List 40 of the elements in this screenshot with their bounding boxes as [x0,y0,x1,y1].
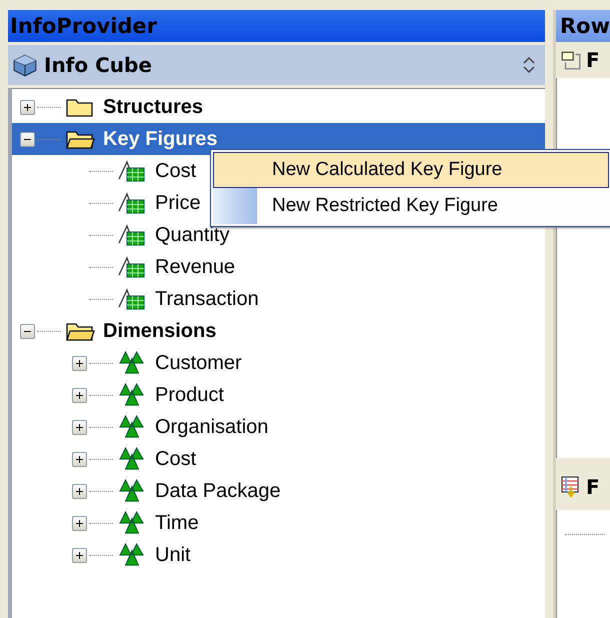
tree-item[interactable]: Quantity [151,222,234,248]
tree-item[interactable]: Time [151,510,203,536]
tree-item[interactable]: Dimensions [99,318,220,344]
expander-icon[interactable] [20,100,35,114]
key-figure-icon [117,287,147,311]
expander-icon[interactable] [72,388,87,402]
tree-item[interactable]: Cost [151,446,200,472]
expander-icon[interactable] [20,324,35,338]
tree-item[interactable]: Product [151,382,228,408]
tree-item[interactable]: Key Figures [99,126,222,152]
sort-icon[interactable] [521,56,537,74]
expander-icon[interactable] [72,548,87,562]
tree-item[interactable]: Revenue [151,254,240,280]
menu-item[interactable]: New Calculated Key Figure [213,152,609,188]
key-figure-icon [117,191,147,215]
cube-title: Info Cube [44,53,153,77]
tree-item[interactable]: Organisation [151,414,272,440]
menu-item[interactable]: New Restricted Key Figure [213,188,609,224]
window-icon[interactable] [560,49,582,71]
tree-item[interactable]: Customer [151,350,246,376]
expander-icon[interactable] [72,484,87,498]
toolbar-label: F [586,48,600,72]
expander-icon[interactable] [72,420,87,434]
toolbar-label: F [586,475,600,499]
expander-icon[interactable] [72,516,87,530]
tree-item[interactable]: Unit [151,542,195,568]
key-figure-icon [117,223,147,247]
expander-icon[interactable] [72,356,87,370]
tree-item[interactable]: Price [151,190,205,216]
panel-title: InfoProvider [8,10,545,42]
key-figure-icon [117,255,147,279]
key-figure-icon [117,159,147,183]
expander-icon[interactable] [72,452,87,466]
cube-icon [12,52,38,78]
tree-item[interactable]: Transaction [151,286,263,312]
tree-item[interactable]: Structures [99,94,208,120]
expander-icon[interactable] [20,132,35,146]
tree-item[interactable]: Data Package [151,478,285,504]
panel-title: Row [556,10,610,42]
tree-item[interactable]: Cost [151,158,200,184]
